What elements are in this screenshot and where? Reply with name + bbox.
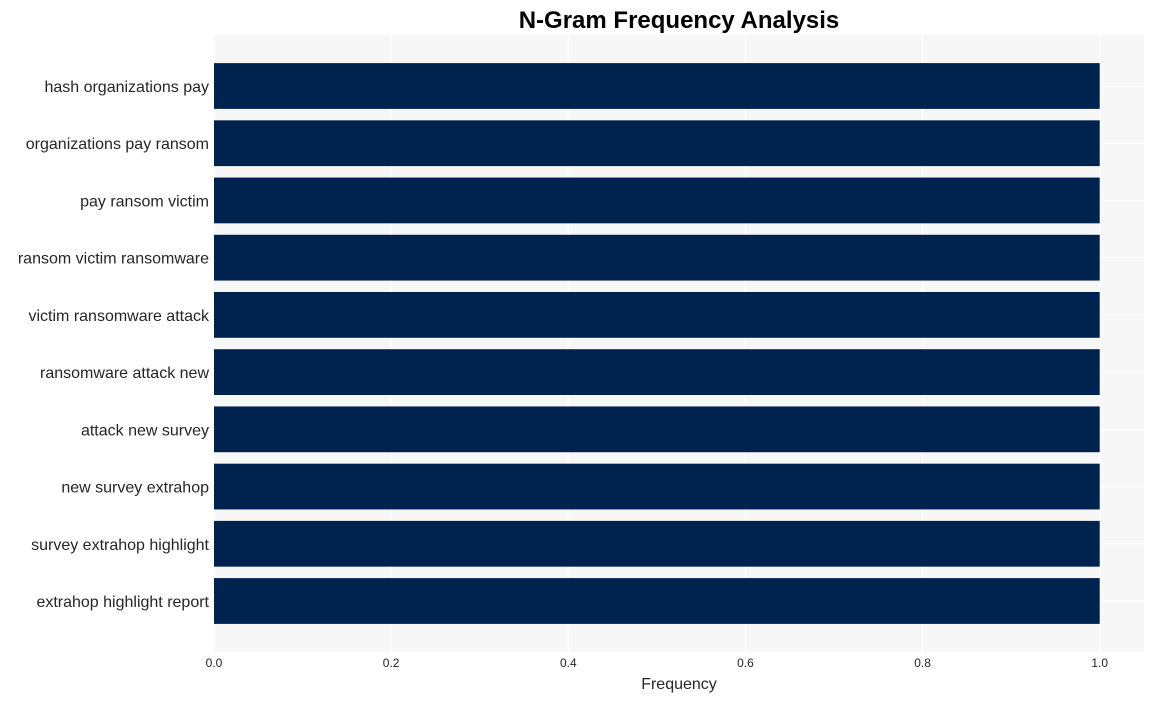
ngram-bar-chart: N-Gram Frequency Analysis hash organizat… xyxy=(18,7,1144,693)
y-tick-label: ransomware attack new xyxy=(40,365,209,382)
bar xyxy=(214,120,1100,167)
bar xyxy=(214,463,1100,510)
x-tick-label: 0.2 xyxy=(383,656,400,670)
y-tick-label: pay ransom victim xyxy=(80,193,209,210)
bar xyxy=(214,520,1100,567)
x-axis-label: Frequency xyxy=(641,676,717,693)
bar xyxy=(214,292,1100,338)
y-tick-label: attack new survey xyxy=(81,422,209,439)
bar xyxy=(214,406,1100,453)
bar xyxy=(214,578,1100,624)
y-tick-label: new survey extrahop xyxy=(61,480,209,497)
x-tick-label: 0.6 xyxy=(737,656,754,670)
x-tick-label: 1.0 xyxy=(1091,656,1108,670)
bar xyxy=(214,234,1100,281)
x-tick-label: 0.0 xyxy=(206,656,223,670)
y-tick-label: organizations pay ransom xyxy=(26,136,209,153)
y-tick-label: hash organizations pay xyxy=(44,79,209,96)
y-tick-label: extrahop highlight report xyxy=(36,594,209,611)
bar xyxy=(214,349,1100,395)
x-tick-label: 0.8 xyxy=(914,656,931,670)
chart-title: N-Gram Frequency Analysis xyxy=(519,7,840,34)
y-tick-label: ransom victim ransomware xyxy=(18,251,209,268)
y-tick-label: survey extrahop highlight xyxy=(31,537,209,554)
y-tick-label: victim ransomware attack xyxy=(29,308,210,325)
x-tick-label: 0.4 xyxy=(560,656,577,670)
x-axis-tick-labels: 0.0 0.2 0.4 0.6 0.8 1.0 xyxy=(206,656,1109,670)
bar xyxy=(214,63,1100,109)
bar xyxy=(214,177,1100,224)
y-axis-tick-labels: hash organizations pay organizations pay … xyxy=(18,79,210,611)
